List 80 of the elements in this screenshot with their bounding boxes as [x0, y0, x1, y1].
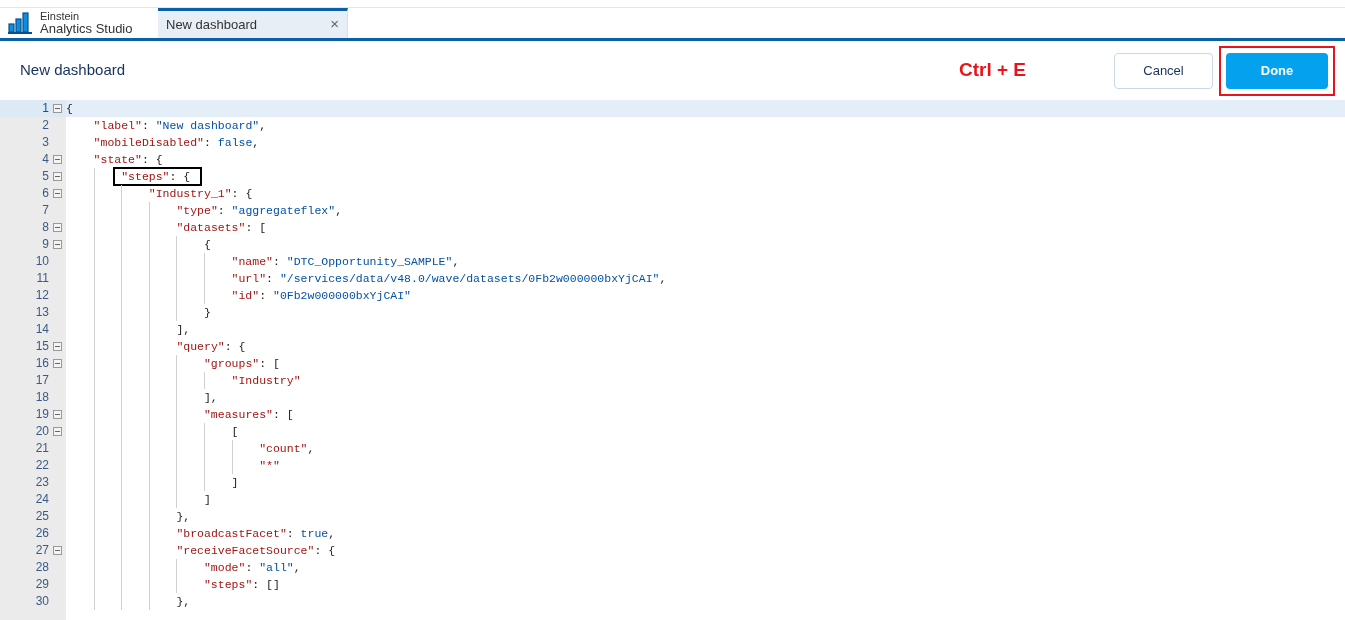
line-number: 22 [35, 457, 49, 474]
line-number: 13 [35, 304, 49, 321]
code-text: }, [176, 509, 191, 525]
code-text: "Industry_1": { [148, 186, 253, 202]
line-number: 1 [42, 100, 49, 117]
code-text: "broadcastFacet": true, [176, 526, 336, 542]
code-text: "mobileDisabled": false, [93, 135, 260, 151]
fold-toggle[interactable] [53, 189, 62, 198]
code-text: "measures": [ [203, 407, 294, 423]
code-text: "name": "DTC_Opportunity_SAMPLE", [231, 254, 460, 270]
bar-chart-logo-icon [8, 12, 32, 34]
brand-product: Analytics Studio [40, 22, 133, 35]
code-text: "steps": { [121, 169, 191, 185]
code-text: { [66, 101, 73, 117]
shortcut-annotation: Ctrl + E [958, 58, 1026, 83]
code-text: "type": "aggregateflex", [176, 203, 343, 219]
page-title: New dashboard [20, 60, 126, 81]
code-text: "mode": "all", [203, 560, 301, 576]
dashboard-tab[interactable]: New dashboard × [158, 8, 348, 38]
cancel-button[interactable]: Cancel [1114, 52, 1213, 89]
code-text: "label": "New dashboard", [93, 118, 267, 134]
fold-toggle[interactable] [53, 104, 62, 113]
code-text: ], [176, 322, 191, 338]
fold-toggle[interactable] [53, 410, 62, 419]
line-number: 5 [42, 168, 49, 185]
fold-toggle[interactable] [53, 342, 62, 351]
line-number: 3 [42, 134, 49, 151]
fold-toggle[interactable] [53, 359, 62, 368]
code-text: "groups": [ [203, 356, 280, 372]
code-text: "Industry" [231, 373, 301, 389]
line-number: 16 [35, 355, 49, 372]
code-text: "*" [259, 458, 280, 474]
line-number: 11 [36, 270, 49, 287]
fold-toggle[interactable] [53, 223, 62, 232]
fold-toggle[interactable] [53, 172, 62, 181]
line-number: 8 [42, 219, 49, 236]
code-text: "datasets": [ [176, 220, 267, 236]
line-number: 7 [42, 202, 49, 219]
code-text: "id": "0Fb2w000000bxYjCAI" [231, 288, 411, 304]
code-text: "steps": [] [203, 577, 280, 593]
line-number: 23 [35, 474, 49, 491]
line-number: 2 [42, 117, 49, 134]
line-number: 25 [35, 508, 49, 525]
fold-toggle[interactable] [53, 427, 62, 436]
code-text: "url": "/services/data/v48.0/wave/datasets/0Fb2w000000bxYjCAI", [231, 271, 667, 287]
code-text: } [203, 305, 211, 321]
fold-toggle[interactable] [53, 155, 62, 164]
line-number: 12 [35, 287, 49, 304]
code-text: }, [176, 594, 191, 610]
line-number: 14 [35, 321, 49, 338]
code-text: "count", [259, 441, 315, 457]
tab-label: New dashboard [166, 15, 258, 34]
line-number: 17 [35, 372, 49, 389]
line-number: 30 [35, 593, 49, 610]
fold-toggle[interactable] [53, 546, 62, 555]
line-number: 10 [35, 253, 49, 270]
code-text: "state": { [93, 152, 163, 168]
line-number: 9 [42, 236, 49, 253]
line-number: 21 [35, 440, 49, 457]
code-text: "query": { [176, 339, 246, 355]
line-number: 18 [35, 389, 49, 406]
line-number: 4 [42, 151, 49, 168]
line-number: 19 [35, 406, 49, 423]
brand-name: Einstein [40, 11, 81, 22]
line-number: 20 [35, 423, 49, 440]
code-text: ] [231, 475, 239, 491]
code-text: [ [231, 424, 239, 440]
line-number: 6 [42, 185, 49, 202]
fold-toggle[interactable] [53, 240, 62, 249]
line-number: 26 [35, 525, 49, 542]
line-number: 24 [35, 491, 49, 508]
code-text: ] [203, 492, 211, 508]
close-button[interactable]: × [330, 13, 339, 36]
code-text: ], [203, 390, 218, 406]
line-number: 15 [35, 338, 49, 355]
line-number: 27 [35, 542, 49, 559]
code-text: "receiveFacetSource": { [176, 543, 336, 559]
line-number: 29 [35, 576, 49, 593]
code-text: { [203, 237, 211, 253]
line-number: 28 [35, 559, 49, 576]
